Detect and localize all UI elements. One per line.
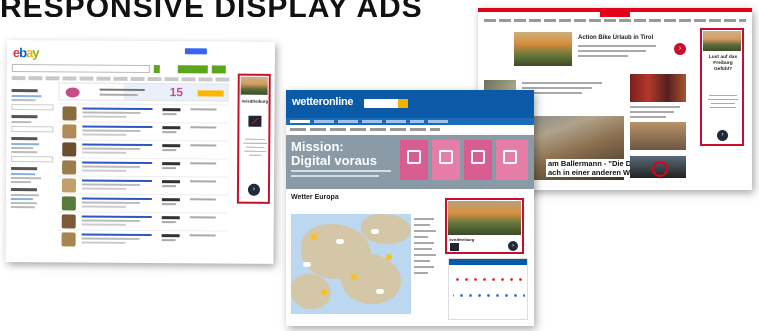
wetteronline-responsive-ad[interactable]: #visitfreiburg › — [445, 198, 524, 254]
ad-arrow-button[interactable]: › — [247, 183, 261, 196]
map-title: Wetter Europa — [291, 194, 339, 201]
ad-arrow-button[interactable]: › — [508, 241, 518, 251]
wetteronline-search-input[interactable] — [364, 99, 408, 108]
ebay-advanced-button[interactable] — [177, 65, 208, 74]
ebay-filter-button[interactable] — [211, 65, 226, 74]
tab-active[interactable] — [290, 120, 310, 123]
ad-hashtag: #visitfreiburg — [449, 237, 475, 242]
list-item[interactable] — [57, 229, 228, 249]
cloud-icon — [303, 262, 311, 267]
ad-arrow-button[interactable]: › — [717, 130, 728, 141]
ebay-page-screenshot: ebay 15 #visitfreiburg › — [5, 40, 275, 264]
list-item[interactable] — [57, 193, 228, 213]
mission-tile[interactable] — [432, 140, 460, 180]
list-item[interactable] — [58, 103, 229, 123]
news-logo — [600, 12, 630, 17]
ebay-search-row — [11, 64, 270, 74]
ad-hashtag: #visitfreiburg — [241, 98, 269, 104]
list-item[interactable] — [57, 211, 228, 231]
tab[interactable] — [338, 120, 358, 123]
sun-icon — [386, 254, 392, 260]
mission-tile[interactable] — [400, 140, 428, 180]
map-legend-list — [414, 214, 438, 278]
ad-landscape-image — [514, 32, 572, 66]
mission-title-line2: Digital voraus — [291, 153, 377, 168]
sun-icon — [321, 289, 327, 295]
news-right-column — [630, 72, 686, 182]
ebay-responsive-ad[interactable]: #visitfreiburg › — [236, 73, 271, 204]
ad-arrow-button[interactable]: › — [674, 43, 686, 55]
wetteronline-header: wetteronline — [286, 90, 534, 118]
promo-logo — [65, 87, 80, 98]
ebay-result-list — [57, 103, 229, 249]
tab[interactable] — [428, 120, 448, 123]
cloud-icon — [336, 239, 344, 244]
ebay-search-button[interactable] — [153, 65, 160, 74]
ad-title: Lust auf das Freiburg Gefühl? — [708, 55, 738, 72]
sun-icon — [311, 234, 317, 240]
list-item[interactable] — [58, 121, 229, 141]
ebay-signin-button[interactable] — [184, 48, 207, 55]
ebay-logo: ebay — [12, 45, 39, 61]
ad-landscape-image — [703, 31, 741, 51]
mission-banner[interactable]: Mission: Digital voraus — [286, 135, 534, 189]
news-top-ad[interactable]: Action Bike Urlaub in Tirol › — [514, 32, 694, 66]
wetteronline-page-screenshot: wetteronline Mission: Digital voraus Wet… — [286, 90, 534, 326]
mission-tile[interactable] — [496, 140, 528, 180]
news-teaser-image[interactable] — [630, 74, 686, 102]
list-item[interactable] — [58, 139, 229, 159]
mission-tile[interactable] — [464, 140, 492, 180]
ebay-filter-sidebar — [10, 84, 54, 210]
list-item[interactable] — [57, 175, 229, 195]
ad-brand-logo — [248, 115, 262, 127]
tab[interactable] — [362, 120, 382, 123]
ad-landscape-image — [240, 76, 268, 95]
promo-percent: 15 — [169, 85, 184, 100]
tab[interactable] — [314, 120, 334, 123]
ad-body-text — [706, 92, 740, 111]
wetteronline-logo: wetteronline — [292, 96, 354, 108]
tab[interactable] — [410, 120, 424, 123]
ebay-breadcrumb — [11, 76, 232, 82]
mission-title-line1: Mission: — [291, 139, 344, 154]
tab[interactable] — [386, 120, 406, 123]
wetteronline-subnav[interactable] — [290, 128, 440, 131]
ebay-promo-banner[interactable]: 15 — [58, 82, 229, 102]
ad-title: Action Bike Urlaub in Tirol — [578, 35, 654, 41]
news-teaser-image[interactable] — [630, 156, 686, 178]
news-responsive-ad[interactable]: Lust auf das Freiburg Gefühl? › — [700, 28, 744, 146]
wetteronline-tabs — [286, 118, 534, 125]
news-teaser-image[interactable] — [630, 122, 686, 150]
cloud-icon — [371, 229, 379, 234]
search-icon[interactable] — [398, 99, 408, 108]
europe-weather-map[interactable] — [291, 214, 411, 314]
cloud-icon — [376, 289, 384, 294]
temperature-chart — [453, 273, 525, 303]
promo-button[interactable] — [197, 90, 224, 97]
ad-body-text — [242, 136, 267, 159]
ebay-search-input[interactable] — [11, 64, 150, 73]
ad-landscape-image — [448, 201, 521, 235]
sun-icon — [351, 274, 357, 280]
news-nav[interactable] — [484, 19, 746, 22]
slide-headline: RESPONSIVE DISPLAY ADS — [0, 0, 423, 17]
ad-brand-logo — [450, 243, 459, 251]
list-item[interactable] — [58, 157, 229, 177]
forecast-widget[interactable] — [448, 258, 528, 320]
